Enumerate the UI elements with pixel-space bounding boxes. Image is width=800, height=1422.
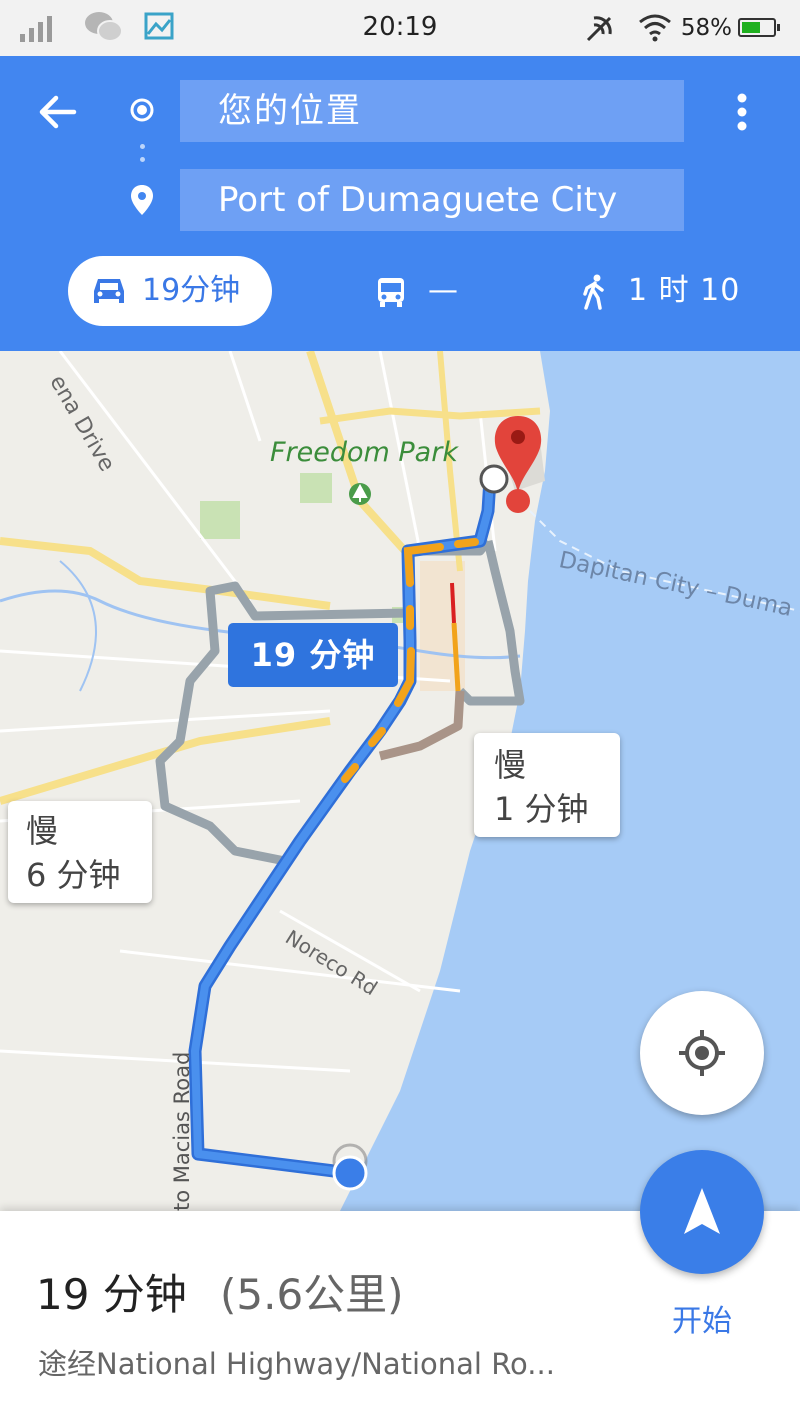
crosshair-icon xyxy=(679,1030,725,1076)
transit-time-label: — xyxy=(428,273,458,308)
wifi-icon xyxy=(639,14,671,42)
directions-header: 您的位置 Port of Dumaguete City 19分钟 — 1 时 1… xyxy=(0,56,800,351)
start-navigation-button[interactable] xyxy=(640,1150,764,1274)
alt-left-speed: 慢 xyxy=(26,812,59,850)
back-arrow-icon[interactable] xyxy=(36,90,80,134)
status-bar: 20:19 58% xyxy=(0,0,800,56)
walk-time-label: 1 时 10 xyxy=(628,273,741,308)
map-view[interactable]: Freedom Park ena Drive Dapitan City – Du… xyxy=(0,351,800,1211)
walk-icon xyxy=(583,274,604,310)
my-location-button[interactable] xyxy=(640,991,764,1115)
summary-duration: 19 分钟 xyxy=(36,1270,187,1319)
car-time-label: 19分钟 xyxy=(142,273,241,308)
destination-input[interactable]: Port of Dumaguete City xyxy=(180,169,684,231)
mode-tab-car[interactable]: 19分钟 xyxy=(68,256,272,326)
alt-right-time: 1 分钟 xyxy=(494,790,589,828)
more-options-icon[interactable] xyxy=(728,90,756,134)
nfc-icon xyxy=(586,16,612,42)
summary-distance: (5.6公里) xyxy=(220,1270,404,1319)
alt-right-speed: 慢 xyxy=(494,746,527,784)
alt-left-time: 6 分钟 xyxy=(26,856,121,894)
current-location-marker xyxy=(332,1155,368,1191)
battery-percent: 58% xyxy=(680,15,732,41)
navigation-arrow-icon xyxy=(684,1188,720,1234)
alt-route-left-callout[interactable]: 慢 6 分钟 xyxy=(8,801,152,903)
origin-marker-icon xyxy=(130,98,154,122)
bus-icon xyxy=(378,278,404,307)
alt-route-right-callout[interactable]: 慢 1 分钟 xyxy=(474,733,620,837)
summary-via: 途经National Highway/National Ro... xyxy=(38,1347,555,1381)
start-label[interactable]: 开始 xyxy=(640,1296,764,1340)
origin-input[interactable]: 您的位置 xyxy=(180,80,684,142)
map-label-macias-road: to Macias Road xyxy=(170,1051,194,1211)
mode-tab-walk[interactable]: 1 时 10 xyxy=(582,266,782,316)
car-icon xyxy=(94,279,124,303)
route-time-callout[interactable]: 19 分钟 xyxy=(228,623,398,687)
battery-icon xyxy=(738,18,780,37)
map-label-freedom-park: Freedom Park xyxy=(270,437,458,468)
route-connector xyxy=(140,144,145,170)
destination-pin-icon xyxy=(131,185,153,215)
